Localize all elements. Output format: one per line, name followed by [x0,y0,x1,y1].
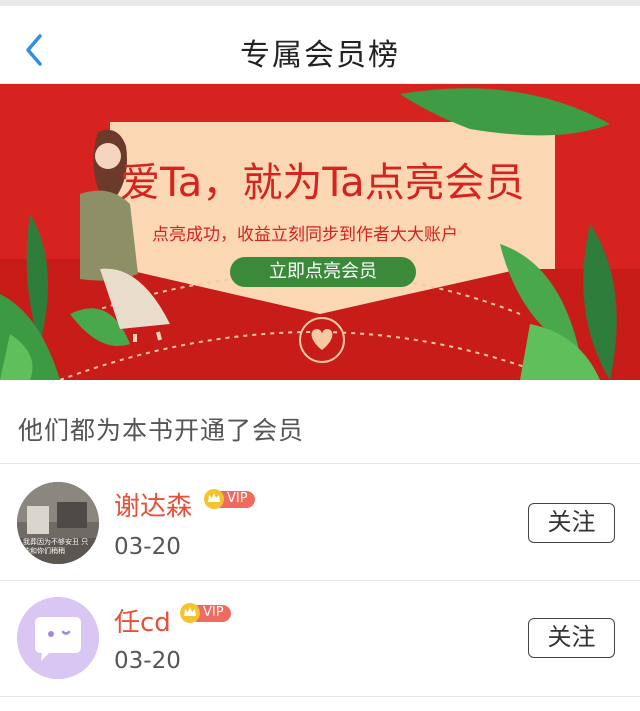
vip-label: VIP [203,605,224,620]
list-item[interactable]: 我葬因为不够安丑 只能和你们稍稍 谢达森 VIP 03-20 关注 [0,464,640,580]
follow-button[interactable]: 关注 [528,503,615,543]
avatar[interactable]: 我葬因为不够安丑 只能和你们稍稍 [17,482,99,564]
cta-label: 立即点亮会员 [269,261,377,282]
chat-bubble-icon [17,597,99,679]
banner-headline: 爱Ta，就为Ta点亮会员 [120,160,525,206]
divider [0,696,640,697]
promo-banner[interactable]: 爱Ta，就为Ta点亮会员 点亮成功，收益立刻同步到作者大大账户 立即点亮会员 [0,84,640,380]
vip-label: VIP [227,491,248,506]
navigation-bar: 专属会员榜 [0,0,640,84]
member-date: 03-20 [114,534,181,560]
banner-subline: 点亮成功，收益立刻同步到作者大大账户 [152,225,458,245]
status-strip [0,0,640,6]
avatar-caption: 我葬因为不够安丑 只能和你们稍稍 [23,538,89,555]
page-title: 专属会员榜 [240,38,400,73]
vip-badge: VIP [179,602,231,624]
list-item[interactable]: 任cd VIP 03-20 关注 [0,580,640,696]
member-name[interactable]: 谢达森 [114,486,192,523]
banner-cta-button[interactable]: 立即点亮会员 [230,257,416,287]
follow-button[interactable]: 关注 [528,618,615,658]
member-name[interactable]: 任cd [114,602,171,639]
avatar[interactable] [17,597,99,679]
section-title: 他们都为本书开通了会员 [18,416,305,445]
vip-badge: VIP [203,488,255,510]
member-date: 03-20 [114,648,181,674]
